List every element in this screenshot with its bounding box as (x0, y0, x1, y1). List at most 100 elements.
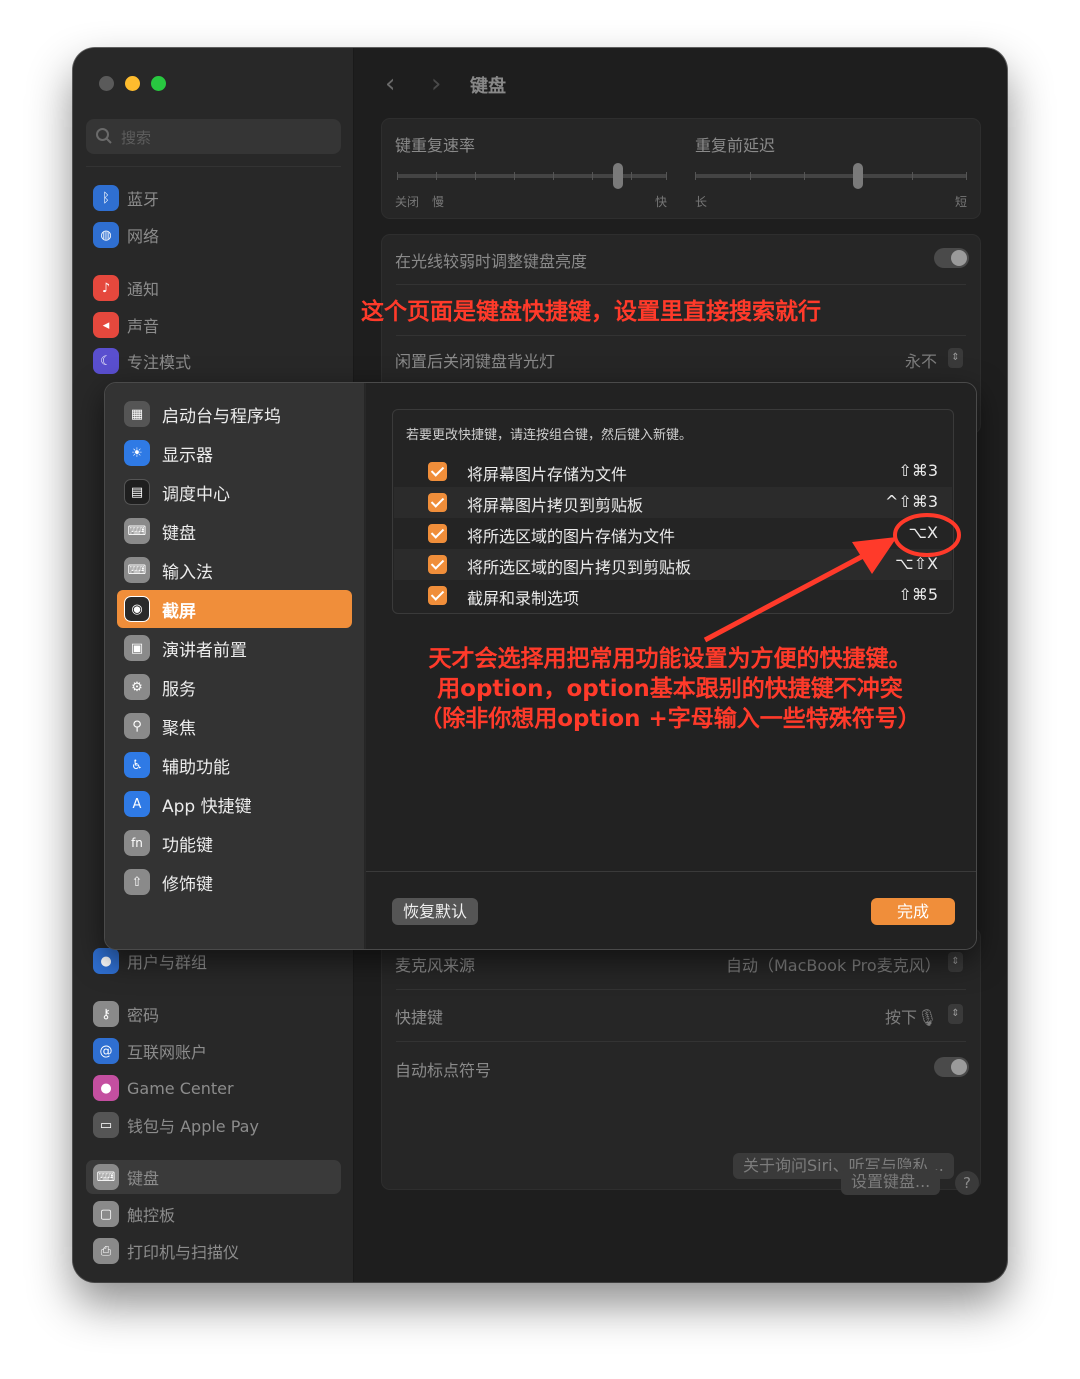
sidebar-item-notifications[interactable]: ♪ 通知 (86, 271, 341, 305)
category-input-method[interactable]: ⌨ 输入法 (117, 551, 352, 589)
row-divider (396, 989, 966, 990)
help-button[interactable]: ? (955, 1171, 979, 1195)
slider-tick (592, 172, 593, 180)
row-divider (396, 284, 966, 285)
category-spotlight[interactable]: ⚲ 聚焦 (117, 707, 352, 745)
category-label: 功能键 (162, 835, 213, 856)
dictation-shortcut-value: 按下🎙 (885, 1008, 938, 1027)
slider-tick (966, 172, 967, 180)
shortcut-checkbox[interactable] (428, 493, 447, 512)
shortcut-keys[interactable]: ⇧⌘3 (898, 461, 938, 480)
category-services[interactable]: ⚙ 服务 (117, 668, 352, 706)
repeat-delay-slider[interactable] (695, 174, 967, 178)
sidebar-item-label: 蓝牙 (127, 190, 160, 209)
repeat-rate-knob[interactable] (613, 163, 624, 189)
category-accessibility[interactable]: ♿ 辅助功能 (117, 746, 352, 784)
key-icon: ⚷ (93, 1001, 119, 1027)
shortcut-keys[interactable]: ^⇧⌘3 (885, 492, 938, 511)
mission-control-icon: ▤ (124, 479, 150, 505)
category-app-shortcuts[interactable]: A App 快捷键 (117, 785, 352, 823)
category-modifier-keys[interactable]: ⇧ 修饰键 (117, 863, 352, 901)
keyboard-icon: ⌨ (124, 518, 150, 544)
shortcut-label: 将屏幕图片存储为文件 (467, 465, 628, 484)
repeat-rate-label: 键重复速率 (395, 136, 476, 155)
sidebar-item-printers[interactable]: ⎙ 打印机与扫描仪 (86, 1234, 341, 1268)
category-presenter[interactable]: ▣ 演讲者前置 (117, 629, 352, 667)
sidebar-item-trackpad[interactable]: ▢ 触控板 (86, 1197, 341, 1231)
search-input[interactable]: 搜索 (86, 119, 341, 154)
search-icon (96, 128, 112, 144)
sidebar-item-focus[interactable]: ☾ 专注模式 (86, 344, 341, 378)
sidebar-item-bluetooth[interactable]: ᛒ 蓝牙 (86, 181, 341, 215)
category-label: 演讲者前置 (162, 640, 247, 661)
fn-icon: fn (124, 830, 150, 856)
sheet-footer-divider (366, 871, 976, 872)
back-chevron-icon[interactable]: ‹ (385, 69, 395, 99)
shortcut-checkbox[interactable] (428, 555, 447, 574)
page-title: 键盘 (470, 76, 506, 97)
shortcut-checkbox[interactable] (428, 586, 447, 605)
sidebar-item-wallet[interactable]: ▭ 钱包与 Apple Pay (86, 1108, 341, 1142)
auto-punctuation-toggle[interactable] (934, 1057, 969, 1077)
accessibility-icon: ♿ (124, 752, 150, 778)
sidebar-item-label: 密码 (127, 1006, 160, 1025)
category-label: 调度中心 (162, 484, 230, 505)
dictation-shortcut-stepper[interactable]: ⇕ (948, 1004, 963, 1024)
sidebar-item-network[interactable]: ◍ 网络 (86, 218, 341, 252)
shortcut-checkbox[interactable] (428, 524, 447, 543)
launchpad-icon: ▦ (124, 401, 150, 427)
auto-punctuation-label: 自动标点符号 (395, 1061, 492, 1080)
shortcut-checkbox[interactable] (428, 462, 447, 481)
sidebar-item-internet-accounts[interactable]: @ 互联网账户 (86, 1034, 341, 1068)
sidebar-item-keyboard[interactable]: ⌨ 键盘 (86, 1160, 341, 1194)
category-label: 服务 (162, 679, 196, 700)
backlight-stepper[interactable]: ⇕ (948, 348, 963, 368)
shortcut-hint: 若要更改快捷键，请连按组合键，然后键入新键。 (406, 428, 693, 443)
category-mission-control[interactable]: ▤ 调度中心 (117, 473, 352, 511)
shortcut-label: 将所选区域的图片拷贝到剪贴板 (467, 558, 692, 577)
users-icon: ● (93, 948, 119, 974)
printer-icon: ⎙ (93, 1238, 119, 1264)
delay-short-label: 短 (955, 195, 968, 209)
forward-chevron-icon[interactable]: › (431, 69, 441, 99)
shortcut-label: 将屏幕图片拷贝到剪贴板 (467, 496, 644, 515)
display-icon: ☀ (124, 440, 150, 466)
sidebar-item-label: Game Center (127, 1078, 234, 1098)
category-label: 辅助功能 (162, 757, 230, 778)
category-screenshot[interactable]: ◉ 截屏 (117, 590, 352, 628)
done-button[interactable]: 完成 (871, 898, 955, 925)
brightness-toggle[interactable] (934, 248, 969, 268)
setup-keyboard-button[interactable]: 设置键盘... (841, 1169, 941, 1195)
category-label: 修饰键 (162, 874, 213, 895)
shortcut-keys[interactable]: ⇧⌘5 (898, 585, 938, 604)
presenter-icon: ▣ (124, 635, 150, 661)
slider-tick (804, 172, 805, 180)
keyboard-icon: ⌨ (93, 1164, 119, 1190)
category-label: 键盘 (162, 523, 196, 544)
repeat-delay-knob[interactable] (853, 163, 864, 189)
mic-source-stepper[interactable]: ⇕ (948, 952, 963, 972)
category-function-keys[interactable]: fn 功能键 (117, 824, 352, 862)
category-keyboard[interactable]: ⌨ 键盘 (117, 512, 352, 550)
close-window-button[interactable] (99, 76, 114, 91)
shortcut-keys[interactable]: ⌥⇧X (895, 554, 938, 573)
shortcut-label: 将所选区域的图片存储为文件 (467, 527, 676, 546)
maximize-window-button[interactable] (151, 76, 166, 91)
shortcut-keys[interactable]: ⌥X (909, 523, 938, 542)
sidebar-item-sound[interactable]: ◂ 声音 (86, 308, 341, 342)
category-display[interactable]: ☀ 显示器 (117, 434, 352, 472)
repeat-fast-label: 快 (655, 195, 668, 209)
sidebar-item-passwords[interactable]: ⚷ 密码 (86, 997, 341, 1031)
sidebar-item-game-center[interactable]: ● Game Center (86, 1071, 341, 1105)
sidebar-item-label: 网络 (127, 227, 160, 246)
sidebar-divider (86, 166, 341, 167)
trackpad-icon: ▢ (93, 1201, 119, 1227)
repeat-rate-slider[interactable] (397, 174, 667, 178)
category-launchpad[interactable]: ▦ 启动台与程序坞 (117, 395, 352, 433)
row-divider (396, 335, 966, 336)
shortcut-row: 将所选区域的图片拷贝到剪贴板 ⌥⇧X (394, 549, 952, 580)
shortcut-categories: ▦ 启动台与程序坞 ☀ 显示器 ▤ 调度中心 ⌨ 键盘 ⌨ 输入法 ◉ 截屏 ▣… (105, 383, 365, 949)
restore-defaults-button[interactable]: 恢复默认 (392, 898, 479, 925)
minimize-window-button[interactable] (125, 76, 140, 91)
mic-source-label: 麦克风来源 (395, 956, 476, 975)
